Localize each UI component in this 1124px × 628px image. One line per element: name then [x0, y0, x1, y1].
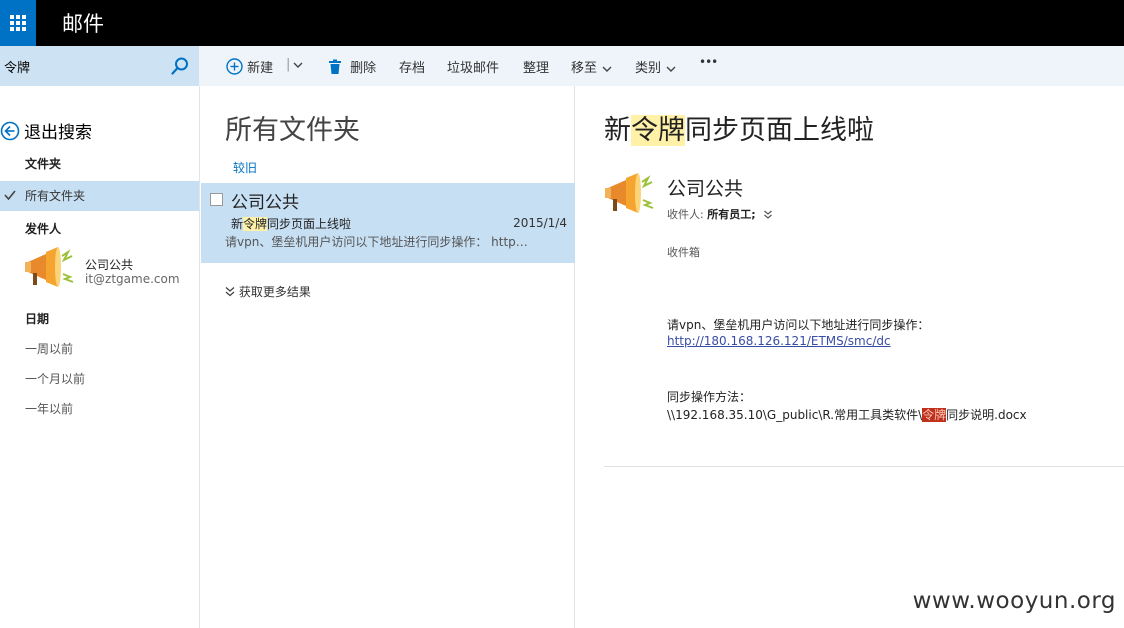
message-sender: 公司公共: [231, 193, 299, 213]
folder-item-all[interactable]: 所有文件夹: [0, 181, 199, 211]
subject-part: 同步页面上线啦: [267, 217, 352, 231]
toolbar-separator: |: [286, 57, 291, 72]
top-bar: 邮件: [0, 0, 1124, 46]
list-title: 所有文件夹: [225, 115, 360, 146]
date-filter-month[interactable]: 一个月以前: [25, 370, 85, 387]
exit-search-button[interactable]: 退出搜索: [0, 118, 92, 143]
trash-icon: [329, 59, 341, 74]
folder-heading: 文件夹: [25, 157, 62, 171]
filter-sidebar: 退出搜索 文件夹 所有文件夹 发件人 公司公共 it@ztgame.com 日期…: [0, 86, 199, 628]
move-to-label: 移至: [571, 61, 598, 76]
megaphone-avatar-icon[interactable]: [604, 170, 656, 216]
message-checkbox[interactable]: [210, 193, 223, 206]
command-toolbar: 新建 | 删除 存档 垃圾邮件 整理 移至 类别 •••: [199, 46, 1124, 86]
date-heading: 日期: [25, 312, 50, 326]
search-input[interactable]: 令牌: [4, 57, 30, 76]
date-filter-year[interactable]: 一年以前: [25, 400, 73, 417]
divider: [604, 466, 1124, 467]
more-options-button[interactable]: •••: [699, 55, 718, 69]
subject-part: 新: [604, 115, 631, 146]
delete-button[interactable]: 删除: [328, 57, 376, 76]
search-box[interactable]: 令牌: [0, 46, 199, 86]
archive-button[interactable]: 存档: [399, 57, 425, 76]
junk-button[interactable]: 垃圾邮件: [447, 57, 499, 76]
chevron-down-icon: [602, 66, 612, 72]
to-label: 收件人:: [667, 208, 704, 221]
sender-filter-email: it@ztgame.com: [85, 272, 180, 286]
email-body-line: 请vpn、堡垒机用户访问以下地址进行同步操作：: [667, 318, 930, 332]
megaphone-avatar-icon[interactable]: [24, 244, 76, 290]
get-more-results-link[interactable]: 获取更多结果: [225, 283, 311, 300]
email-share-path: \\192.168.35.10\G_public\R.常用工具类软件\令牌同步说…: [667, 406, 1027, 423]
sort-older-link[interactable]: 较旧: [233, 159, 257, 176]
new-button-label: 新建: [247, 61, 274, 76]
back-arrow-icon: [0, 121, 20, 140]
app-title: 邮件: [62, 12, 104, 36]
date-filter-week[interactable]: 一周以前: [25, 340, 73, 357]
category-label: 类别: [635, 61, 662, 76]
email-link[interactable]: http://180.168.126.121/ETMS/smc/dc: [667, 334, 891, 348]
path-highlight: 令牌: [922, 408, 947, 422]
exit-search-label: 退出搜索: [24, 123, 92, 143]
double-chevron-down-icon[interactable]: [763, 209, 773, 220]
move-to-button[interactable]: 移至: [571, 57, 613, 76]
email-folder: 收件箱: [667, 246, 700, 259]
app-launcher-button[interactable]: [0, 0, 36, 46]
path-part: 同步说明.docx: [946, 408, 1027, 422]
message-subject: 新令牌同步页面上线啦: [231, 215, 351, 232]
message-preview: 请vpn、堡垒机用户访问以下地址进行同步操作： http:...: [225, 235, 530, 249]
email-recipients: 收件人: 所有员工;: [667, 206, 773, 222]
category-button[interactable]: 类别: [635, 57, 677, 76]
chevron-down-icon: [293, 62, 303, 68]
email-subject: 新令牌同步页面上线啦: [604, 108, 874, 147]
subject-part: 同步页面上线啦: [685, 115, 874, 146]
delete-button-label: 删除: [350, 61, 377, 76]
new-dropdown-button[interactable]: [292, 57, 304, 72]
subject-highlight: 令牌: [631, 115, 685, 146]
email-sender[interactable]: 公司公共: [667, 174, 743, 201]
waffle-icon: [10, 15, 26, 31]
to-value[interactable]: 所有员工;: [707, 208, 755, 221]
chevron-down-icon: [666, 66, 676, 72]
message-date: 2015/1/4: [513, 216, 567, 230]
new-button[interactable]: 新建: [226, 57, 273, 76]
subject-part: 新: [231, 217, 244, 231]
message-item[interactable]: 公司公共 新令牌同步页面上线啦 2015/1/4 请vpn、堡垒机用户访问以下地…: [201, 183, 575, 263]
get-more-results-label: 获取更多结果: [238, 285, 311, 299]
watermark: www.wooyun.org: [912, 588, 1116, 614]
plus-circle-icon: [226, 58, 243, 75]
checkmark-icon: [4, 190, 16, 201]
email-body-line: 同步操作方法：: [667, 390, 752, 404]
subject-highlight: 令牌: [243, 217, 268, 231]
path-part: \\192.168.35.10\G_public\R.常用工具类软件\: [667, 408, 923, 422]
sender-heading: 发件人: [25, 222, 62, 236]
reading-pane: 新令牌同步页面上线啦 公司公共 收件人: 所有员工; 收件箱 请vpn、堡垒机用…: [575, 86, 1124, 628]
sweep-button[interactable]: 整理: [523, 57, 549, 76]
folder-item-label: 所有文件夹: [25, 189, 86, 203]
search-icon[interactable]: [170, 56, 190, 76]
message-list-pane: 所有文件夹 较旧 公司公共 新令牌同步页面上线啦 2015/1/4 请vpn、堡…: [199, 86, 575, 628]
sender-filter-name[interactable]: 公司公共: [85, 256, 133, 273]
double-chevron-down-icon: [225, 287, 235, 297]
